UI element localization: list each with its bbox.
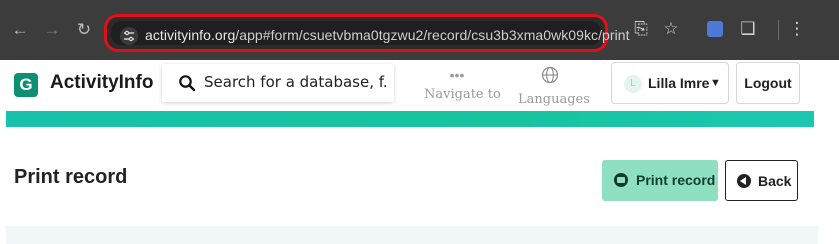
print-record-button[interactable]: Print record: [602, 160, 718, 201]
search-icon: [179, 75, 196, 92]
extension-icon[interactable]: [707, 21, 723, 37]
browser-toolbar: ← → ↻ activityinfo.org/app#form/csuetvbm…: [0, 0, 839, 60]
toolbar-divider: [778, 20, 779, 40]
page-title: Print record: [14, 166, 128, 188]
cast-icon[interactable]: ⎘: [630, 18, 652, 40]
back-button[interactable]: Back: [725, 160, 798, 201]
bookmark-star-icon[interactable]: ☆: [660, 18, 682, 40]
menu-kebab-icon[interactable]: ⋮: [786, 18, 808, 40]
user-name: Lilla Imre: [648, 75, 710, 91]
back-label: Back: [758, 173, 792, 189]
navigate-to-button[interactable]: ••• Navigate to: [424, 66, 501, 102]
forward-arrow-icon[interactable]: →: [42, 20, 62, 40]
user-menu-button[interactable]: L Lilla Imre ▼: [611, 62, 729, 104]
search-input[interactable]: [204, 73, 388, 91]
url-host: activityinfo.org: [145, 27, 236, 43]
reload-icon[interactable]: ↻: [74, 20, 94, 40]
print-record-label: Print record: [636, 172, 716, 188]
languages-label: Languages: [518, 92, 590, 107]
url-path: /app#form/csuetvbma0tgzwu2/record/csu3b3…: [235, 27, 630, 43]
search-box[interactable]: [162, 64, 394, 102]
record-content-panel: [6, 226, 818, 244]
address-bar[interactable]: activityinfo.org/app#form/csuetvbma0tgzw…: [104, 14, 629, 52]
dots-icon: •••: [449, 67, 465, 83]
logout-button[interactable]: Logout: [736, 62, 800, 104]
avatar: L: [624, 75, 642, 93]
brand-name[interactable]: ActivityInfo: [50, 72, 153, 94]
address-bar-field[interactable]: activityinfo.org/app#form/csuetvbma0tgzw…: [111, 21, 629, 46]
back-arrow-icon[interactable]: ←: [10, 20, 30, 40]
caret-down-icon: ▼: [710, 77, 721, 89]
site-settings-icon[interactable]: [119, 26, 139, 46]
url-text[interactable]: activityinfo.org/app#form/csuetvbma0tgzw…: [145, 27, 630, 43]
logo-icon[interactable]: G: [14, 73, 38, 97]
back-circle-icon: [737, 174, 751, 188]
printer-icon: [614, 173, 628, 187]
app-header: G ActivityInfo ••• Navigate to Languages…: [0, 60, 839, 110]
globe-icon: [541, 66, 559, 84]
navigate-to-label: Navigate to: [424, 87, 501, 102]
puzzle-icon[interactable]: ❑: [737, 18, 759, 40]
languages-button[interactable]: Languages: [518, 66, 590, 107]
accent-bar: [6, 111, 814, 127]
